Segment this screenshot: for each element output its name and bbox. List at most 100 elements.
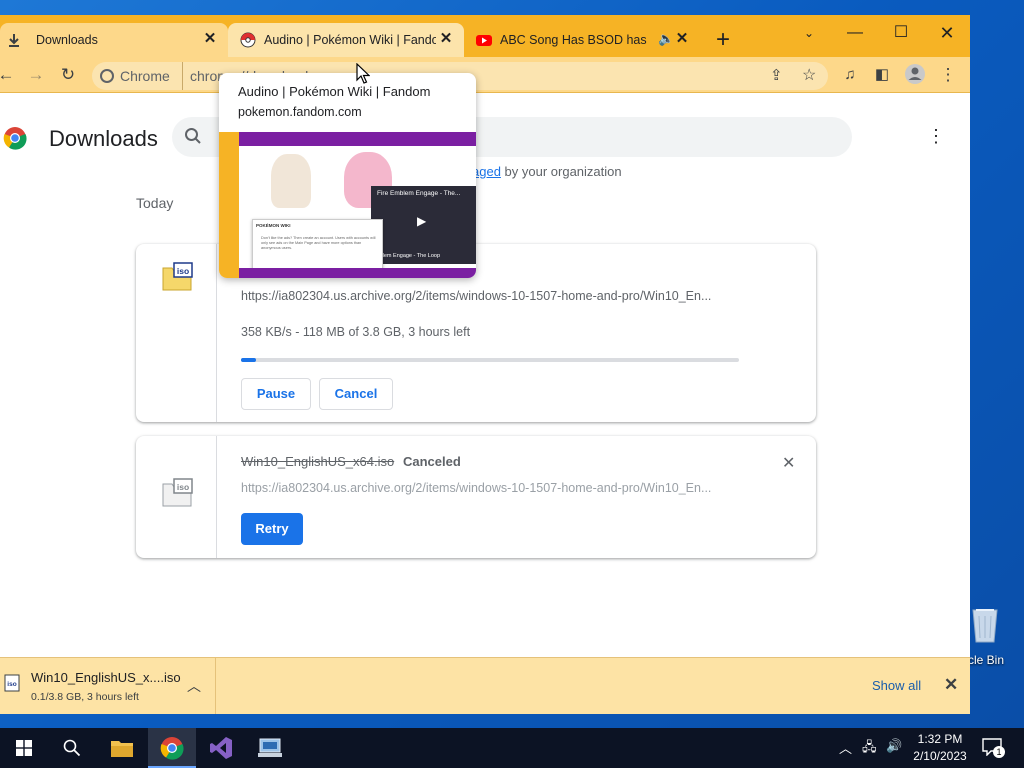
search-icon xyxy=(185,128,201,144)
search-button[interactable] xyxy=(48,728,96,768)
pokemon-image xyxy=(271,154,311,208)
action-center-button[interactable]: 1 xyxy=(982,738,1005,758)
profile-avatar[interactable] xyxy=(903,63,927,87)
play-icon: ▶ xyxy=(417,214,427,228)
taskbar: ︿ 🖧 🔊 1:32 PM 2/10/2023 1 xyxy=(0,728,1024,768)
shelf-filename: Win10_EnglishUS_x....iso xyxy=(31,670,181,685)
download-filename[interactable]: Win10_EnglishUS_x64.iso xyxy=(241,454,394,469)
tab-youtube[interactable]: ABC Song Has BSOD has BSOD 🔈 ✕ xyxy=(468,23,700,57)
share-icon[interactable]: ⇪ xyxy=(770,66,783,84)
pause-button[interactable]: Pause xyxy=(241,378,311,410)
clock-date[interactable]: 2/10/2023 xyxy=(912,749,968,763)
chevron-up-icon[interactable]: ︿ xyxy=(187,676,201,696)
managed-notice: aged by your organization xyxy=(472,164,622,179)
video-player: Fire Emblem Engage - The... ▶ mblem Enga… xyxy=(371,186,476,264)
tab-title: Audino | Pokémon Wiki | Fandom xyxy=(264,33,436,47)
close-tab-icon[interactable]: ✕ xyxy=(438,31,454,47)
chrome-taskbar-button[interactable] xyxy=(148,728,196,768)
download-card-canceled: iso Win10_EnglishUS_x64.iso Canceled ✕ h… xyxy=(136,436,816,558)
site-chip-label: Chrome xyxy=(120,68,170,84)
iso-file-icon: iso xyxy=(4,674,20,692)
iso-file-icon: iso xyxy=(162,478,193,507)
svg-text:iso: iso xyxy=(177,266,189,276)
back-arrow-icon[interactable]: ← xyxy=(0,63,18,87)
show-all-link[interactable]: Show all xyxy=(872,678,921,693)
youtube-favicon xyxy=(476,35,492,46)
side-panel-icon[interactable]: ◧ xyxy=(870,63,894,87)
canceled-status: Canceled xyxy=(403,454,461,469)
show-hidden-icons-chevron[interactable]: ︿ xyxy=(839,738,852,757)
minimize-button[interactable]: — xyxy=(832,19,878,49)
svg-text:iso: iso xyxy=(177,482,189,492)
audio-playing-icon[interactable]: 🔈 xyxy=(658,31,674,47)
ad-popup: POKÉMON WIKI Don't like the ads? Then cr… xyxy=(252,219,383,271)
bookmark-star-icon[interactable]: ☆ xyxy=(802,65,816,85)
tab-title: ABC Song Has BSOD has BSOD xyxy=(500,33,648,47)
folder-icon xyxy=(111,741,133,757)
close-shelf-icon[interactable]: ✕ xyxy=(944,675,958,695)
recycle-bin-icon xyxy=(972,609,998,643)
section-today: Today xyxy=(136,195,174,211)
download-progress-bar xyxy=(241,358,739,362)
close-window-button[interactable]: ✕ xyxy=(924,19,970,49)
tab-search-icon[interactable]: ⌄ xyxy=(786,19,832,49)
mouse-cursor-icon xyxy=(356,63,370,84)
tab-strip: Downloads ✕ Audino | Pokémon Wiki | Fand… xyxy=(0,15,970,57)
chrome-logo-icon xyxy=(3,127,27,150)
recycle-bin[interactable]: cle Bin xyxy=(962,600,1024,672)
hover-card-host: pokemon.fandom.com xyxy=(238,105,362,119)
downloads-page: Downloads ⋮ aged by your organization To… xyxy=(0,94,970,659)
forward-arrow-icon[interactable]: → xyxy=(24,63,48,87)
computer-network-icon xyxy=(258,738,282,757)
network-app-button[interactable] xyxy=(246,728,294,768)
shelf-size-status: 0.1/3.8 GB, 3 hours left xyxy=(31,691,139,703)
search-icon xyxy=(63,739,81,757)
menu-kebab-icon[interactable]: ⋮ xyxy=(936,63,960,87)
shelf-download-item[interactable]: iso Win10_EnglishUS_x....iso 0.1/3.8 GB,… xyxy=(0,658,216,714)
remove-from-list-icon[interactable]: ✕ xyxy=(782,453,795,473)
page-title: Downloads xyxy=(49,126,158,151)
volume-icon[interactable]: 🔊 xyxy=(886,738,902,754)
close-tab-icon[interactable]: ✕ xyxy=(202,31,218,47)
download-icon xyxy=(9,34,19,47)
retry-button[interactable]: Retry xyxy=(241,513,303,545)
hover-card-title: Audino | Pokémon Wiki | Fandom xyxy=(238,84,431,99)
close-tab-icon[interactable]: ✕ xyxy=(674,31,690,47)
fandom-favicon xyxy=(240,32,256,48)
iso-file-icon: iso xyxy=(162,262,193,291)
visual-studio-icon xyxy=(210,737,232,759)
windows-logo-icon xyxy=(16,740,32,756)
clock-time[interactable]: 1:32 PM xyxy=(914,732,966,746)
cancel-button[interactable]: Cancel xyxy=(319,378,393,410)
site-chip[interactable]: Chrome xyxy=(92,62,183,90)
reload-icon[interactable]: ↻ xyxy=(56,63,80,87)
chrome-logo-icon xyxy=(100,69,114,83)
managed-link[interactable]: aged xyxy=(472,164,501,179)
file-explorer-button[interactable] xyxy=(98,728,146,768)
start-button[interactable] xyxy=(0,728,48,768)
download-shelf: iso Win10_EnglishUS_x....iso 0.1/3.8 GB,… xyxy=(0,657,970,714)
recycle-bin-label: cle Bin xyxy=(968,653,1005,667)
maximize-button[interactable]: ☐ xyxy=(878,19,924,49)
new-tab-button[interactable]: + xyxy=(710,28,736,55)
tab-title: Downloads xyxy=(36,33,98,47)
download-source-url[interactable]: https://ia802304.us.archive.org/2/items/… xyxy=(241,481,711,495)
managed-suffix: by your organization xyxy=(504,164,622,179)
tab-preview-thumbnail: Fire Emblem Engage - The... ▶ mblem Enga… xyxy=(219,132,476,278)
thumb-nav-bar xyxy=(239,132,476,146)
visual-studio-button[interactable] xyxy=(197,728,245,768)
media-control-icon[interactable]: ♫ xyxy=(838,63,862,87)
download-progress-fill xyxy=(241,358,257,362)
tab-downloads[interactable]: Downloads ✕ xyxy=(0,23,228,57)
more-actions-icon[interactable]: ⋮ xyxy=(926,124,946,148)
tab-hover-card: Audino | Pokémon Wiki | Fandom pokemon.f… xyxy=(219,73,476,278)
chrome-window: Downloads ✕ Audino | Pokémon Wiki | Fand… xyxy=(0,15,970,714)
download-source-url[interactable]: https://ia802304.us.archive.org/2/items/… xyxy=(241,289,711,303)
downloads-header: Downloads ⋮ xyxy=(0,94,970,157)
toolbar: ← → ↻ Chrome chrome://downloads ⇪ ☆ ♫ ◧ … xyxy=(0,57,970,93)
tab-audino[interactable]: Audino | Pokémon Wiki | Fandom ✕ xyxy=(228,23,464,57)
network-icon[interactable]: 🖧 xyxy=(862,738,877,760)
notification-count-badge: 1 xyxy=(993,746,1005,758)
svg-text:iso: iso xyxy=(7,681,16,688)
chrome-logo-icon xyxy=(160,737,184,760)
